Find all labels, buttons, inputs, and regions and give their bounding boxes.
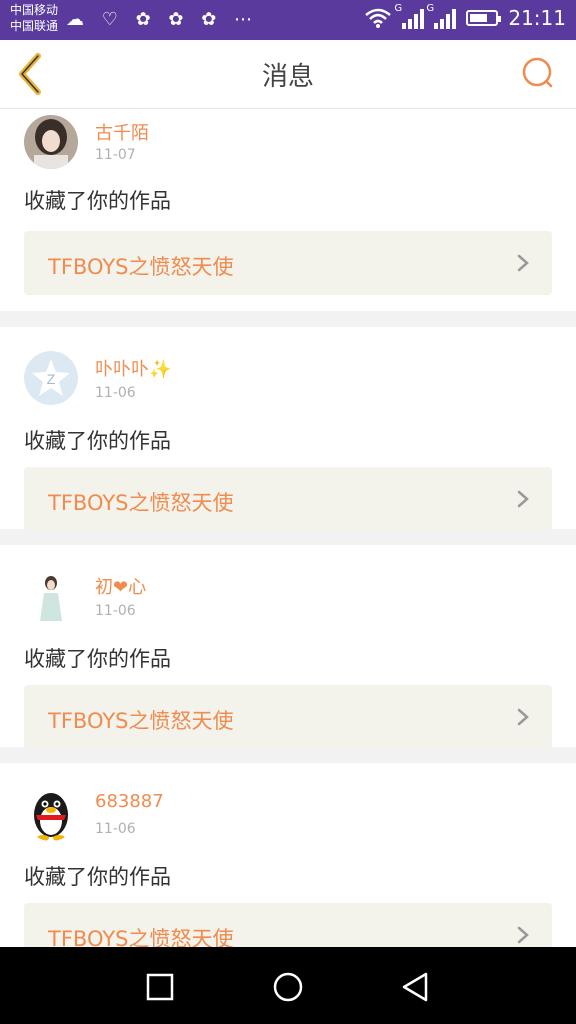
circle-icon[interactable] <box>268 967 308 1007</box>
message-date: 11-06 <box>95 821 136 837</box>
girl-photo-avatar-icon <box>24 115 78 169</box>
app-header: 消息 <box>0 40 576 109</box>
search-button[interactable] <box>518 54 558 94</box>
username[interactable]: 卟卟卟✨ <box>95 355 171 381</box>
qq-penguin-avatar-icon <box>24 787 78 841</box>
work-title: TFBOYS之愤怒天使 <box>48 927 234 947</box>
message-card: 初❤心 11-06 收藏了你的作品 TFBOYS之愤怒天使 <box>0 545 576 749</box>
avatar[interactable]: Z <box>24 351 78 405</box>
message-date: 11-07 <box>95 147 136 163</box>
clock: 21:11 <box>508 6 566 30</box>
message-date: 11-06 <box>95 603 136 619</box>
carrier-2: 中国联通 <box>10 19 59 33</box>
work-title: TFBOYS之愤怒天使 <box>48 491 234 515</box>
username[interactable]: 古千陌 <box>95 119 149 145</box>
message-card: 683887 11-06 收藏了你的作品 TFBOYS之愤怒天使 <box>0 763 576 947</box>
message-feed[interactable]: 古千陌 11-07 收藏了你的作品 TFBOYS之愤怒天使 Z 卟卟卟✨ 11-… <box>0 109 576 947</box>
chevron-right-icon <box>517 254 529 272</box>
wifi-icon <box>365 8 392 28</box>
carrier-info: 中国移动 中国联通 <box>10 2 58 34</box>
work-title: TFBOYS之愤怒天使 <box>48 255 234 279</box>
avatar[interactable] <box>24 569 78 623</box>
work-link[interactable]: TFBOYS之愤怒天使 <box>24 467 552 531</box>
work-link[interactable]: TFBOYS之愤怒天使 <box>24 685 552 749</box>
status-bar: 中国移动 中国联通 ☁ ♡ ✿ ✿ ✿ ⋯ G G 21:11 <box>0 0 576 40</box>
chevron-right-icon <box>517 490 529 508</box>
username[interactable]: 683887 <box>95 791 164 812</box>
girl-white-dress-avatar-icon <box>24 569 78 623</box>
username[interactable]: 初❤心 <box>95 573 146 599</box>
signal-type-label-2: G <box>426 3 435 14</box>
avatar[interactable] <box>24 115 78 169</box>
signal-type-label: G <box>394 3 403 14</box>
work-title: TFBOYS之愤怒天使 <box>48 709 234 733</box>
status-right: G G 21:11 <box>364 3 566 30</box>
carrier-1: 中国移动 <box>10 3 59 17</box>
battery-icon <box>466 10 502 26</box>
battery-fill <box>470 14 488 22</box>
signal-icon-2: G <box>426 3 457 29</box>
triangle-back-icon[interactable] <box>396 967 436 1007</box>
notification-icons: ☁ ♡ ✿ ✿ ✿ ⋯ <box>66 9 258 30</box>
work-link[interactable]: TFBOYS之愤怒天使 <box>24 231 552 295</box>
message-card: Z 卟卟卟✨ 11-06 收藏了你的作品 TFBOYS之愤怒天使 <box>0 327 576 531</box>
navigation-bar <box>0 947 576 1024</box>
signal-icon-1: G <box>394 3 425 29</box>
square-icon[interactable] <box>140 967 180 1007</box>
action-text: 收藏了你的作品 <box>24 189 171 213</box>
action-text: 收藏了你的作品 <box>24 429 171 453</box>
qzone-star-avatar-icon: Z <box>24 351 78 405</box>
chevron-right-icon <box>517 708 529 726</box>
message-card: 古千陌 11-07 收藏了你的作品 TFBOYS之愤怒天使 <box>0 109 576 311</box>
search-icon <box>522 57 553 88</box>
chevron-right-icon <box>517 926 529 944</box>
action-text: 收藏了你的作品 <box>24 865 171 889</box>
svg-text:Z: Z <box>47 371 56 387</box>
page-title: 消息 <box>261 62 314 92</box>
action-text: 收藏了你的作品 <box>24 647 171 671</box>
avatar[interactable] <box>24 787 78 841</box>
work-link[interactable]: TFBOYS之愤怒天使 <box>24 903 552 947</box>
message-date: 11-06 <box>95 385 136 401</box>
